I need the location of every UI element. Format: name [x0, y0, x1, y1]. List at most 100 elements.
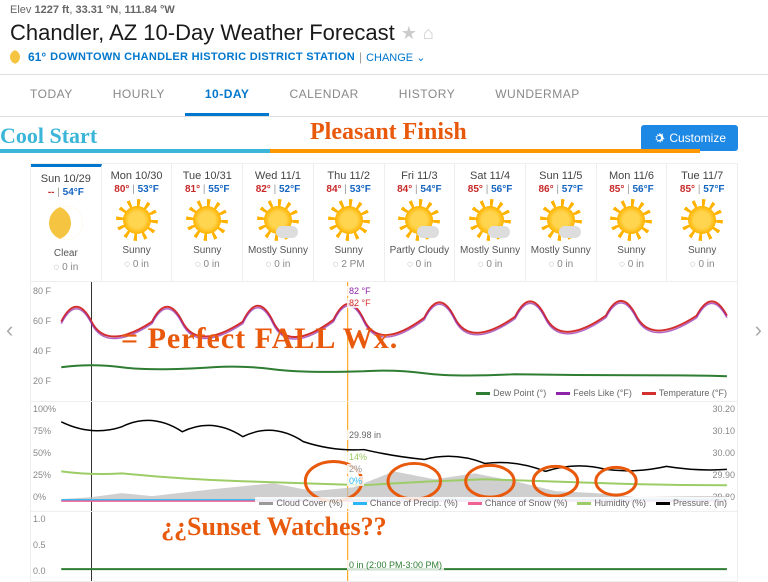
page-title: Chandler, AZ 10-Day Weather Forecast ★ ⌂	[0, 18, 768, 48]
change-station-link[interactable]: CHANGE ⌄	[366, 51, 425, 64]
day-column[interactable]: Mon 10/30 80° | 53°F Sunny ◌ 0 in	[102, 164, 173, 281]
day-date: Tue 10/31	[174, 170, 240, 182]
day-precip: ◌ 2 PM	[316, 259, 382, 270]
day-precip: ◌ 0 in	[387, 259, 453, 270]
tab-history[interactable]: HISTORY	[379, 75, 475, 116]
hover-humidity: 14%	[347, 452, 369, 462]
favorite-star-icon[interactable]: ★	[401, 23, 417, 44]
annotation-pleasant-finish: Pleasant Finish	[310, 119, 467, 146]
day-temps: 84° | 53°F	[316, 184, 382, 195]
moon-icon	[49, 206, 83, 240]
day-precip: ◌ 0 in	[669, 259, 735, 270]
tab-hourly[interactable]: HOURLY	[93, 75, 185, 116]
day-condition: Sunny	[599, 245, 665, 257]
day-date: Mon 10/30	[104, 170, 170, 182]
tab-today[interactable]: TODAY	[10, 75, 93, 116]
hover-feels-like: 82 °F	[347, 286, 373, 296]
day-precip: ◌ 0 in	[33, 262, 99, 273]
day-date: Mon 11/6	[599, 170, 665, 182]
day-column[interactable]: Tue 10/31 81° | 55°F Sunny ◌ 0 in	[172, 164, 243, 281]
day-condition: Sunny	[669, 245, 735, 257]
day-date: Fri 11/3	[387, 170, 453, 182]
tab-wundermap[interactable]: WUNDERMAP	[475, 75, 600, 116]
prev-days-arrow[interactable]: ‹	[6, 317, 13, 343]
sun-icon	[476, 206, 504, 234]
current-temp: 61°	[28, 50, 46, 64]
day-temps: 80° | 53°F	[104, 184, 170, 195]
day-condition: Sunny	[104, 245, 170, 257]
humidity-pressure-chart[interactable]: 100% 75% 50% 25% 0% 30.20 30.10 30.00 29…	[30, 402, 738, 512]
day-temps: 82° | 52°F	[245, 184, 311, 195]
temperature-chart[interactable]: 80 F 60 F 40 F 20 F 82 °F 82 °F Dew Poin…	[30, 282, 738, 402]
hover-cloud: 2%	[347, 464, 364, 474]
station-line: 61° DOWNTOWN CHANDLER HISTORIC DISTRICT …	[0, 48, 768, 74]
tab-bar: TODAYHOURLY10-DAYCALENDARHISTORYWUNDERMA…	[0, 74, 768, 117]
day-date: Thu 11/2	[316, 170, 382, 182]
day-temps: 81° | 55°F	[174, 184, 240, 195]
day-column[interactable]: Sat 11/4 85° | 56°F Mostly Sunny ◌ 0 in	[455, 164, 526, 281]
precip-chart[interactable]: 1.0 0.5 0.0 0 in (2:00 PM-3:00 PM) ¿¿Sun…	[30, 512, 738, 582]
forecast-days-row: Sun 10/29 -- | 54°F Clear ◌ 0 in Mon 10/30 80…	[30, 163, 738, 282]
sun-icon	[264, 206, 292, 234]
day-condition: Mostly Sunny	[528, 245, 594, 257]
sun-icon	[547, 206, 575, 234]
tab-calendar[interactable]: CALENDAR	[269, 75, 378, 116]
day-temps: 85° | 56°F	[457, 184, 523, 195]
day-condition: Sunny	[174, 245, 240, 257]
day-precip: ◌ 0 in	[528, 259, 594, 270]
day-date: Wed 11/1	[245, 170, 311, 182]
day-column[interactable]: Thu 11/284° | 53°FSunny◌ 2 PM	[314, 164, 385, 281]
day-column[interactable]: Wed 11/1 82° | 52°F Mostly Sunny ◌ 0 in	[243, 164, 314, 281]
day-condition: Clear	[33, 248, 99, 260]
annotation-blue-underline	[0, 149, 270, 153]
tab-10-day[interactable]: 10-DAY	[185, 75, 270, 116]
gear-icon	[653, 132, 665, 144]
day-date: Sat 11/4	[457, 170, 523, 182]
home-icon[interactable]: ⌂	[423, 23, 434, 44]
day-precip: ◌ 0 in	[174, 259, 240, 270]
hum-plot-svg	[31, 402, 737, 511]
next-days-arrow[interactable]: ›	[755, 317, 762, 343]
annotation-cool-start: Cool Start	[0, 123, 97, 149]
sun-icon	[405, 206, 433, 234]
geo-meta: Elev 1227 ft, 33.31 °N, 111.84 °W	[0, 0, 768, 18]
day-condition: Mostly Sunny	[457, 245, 523, 257]
chevron-down-icon: ⌄	[416, 52, 425, 64]
day-temps: -- | 54°F	[33, 187, 99, 198]
chart2-legend: Cloud Cover (%) Chance of Precip. (%) Ch…	[255, 497, 731, 509]
customize-button[interactable]: Customize	[641, 125, 738, 151]
hover-temp: 82 °F	[347, 298, 373, 308]
day-date: Tue 11/7	[669, 170, 735, 182]
day-column[interactable]: Fri 11/3 84° | 54°F Partly Cloudy ◌ 0 in	[385, 164, 456, 281]
hover-pop: 0%	[347, 476, 364, 486]
day-precip: ◌ 0 in	[245, 259, 311, 270]
precip-plot-svg	[31, 512, 737, 581]
sun-icon	[193, 206, 221, 234]
day-precip: ◌ 0 in	[599, 259, 665, 270]
day-condition: Mostly Sunny	[245, 245, 311, 257]
sun-icon	[123, 206, 151, 234]
sun-icon	[335, 206, 363, 234]
chart1-legend: Dew Point (°) Feels Like (°F) Temperatur…	[472, 387, 731, 399]
day-temps: 85° | 56°F	[599, 184, 665, 195]
day-temps: 85° | 57°F	[669, 184, 735, 195]
day-column[interactable]: Sun 11/5 86° | 57°F Mostly Sunny ◌ 0 in	[526, 164, 597, 281]
day-precip: ◌ 0 in	[104, 259, 170, 270]
station-name[interactable]: DOWNTOWN CHANDLER HISTORIC DISTRICT STAT…	[50, 51, 355, 63]
hover-precip: 0 in (2:00 PM-3:00 PM)	[347, 560, 444, 570]
day-column[interactable]: Sun 10/29 -- | 54°F Clear ◌ 0 in	[31, 164, 102, 281]
sun-icon	[617, 206, 645, 234]
day-date: Sun 10/29	[33, 173, 99, 185]
moon-icon	[10, 50, 24, 64]
day-precip: ◌ 0 in	[457, 259, 523, 270]
hover-pressure: 29.98 in	[347, 430, 383, 440]
day-column[interactable]: Tue 11/7 85° | 57°F Sunny ◌ 0 in	[667, 164, 737, 281]
annotation-orange-underline	[270, 149, 700, 153]
temp-plot-svg	[31, 282, 737, 401]
sun-icon	[688, 206, 716, 234]
day-temps: 84° | 54°F	[387, 184, 453, 195]
day-column[interactable]: Mon 11/6 85° | 56°F Sunny ◌ 0 in	[597, 164, 668, 281]
day-date: Sun 11/5	[528, 170, 594, 182]
day-temps: 86° | 57°F	[528, 184, 594, 195]
day-condition: Partly Cloudy	[387, 245, 453, 257]
